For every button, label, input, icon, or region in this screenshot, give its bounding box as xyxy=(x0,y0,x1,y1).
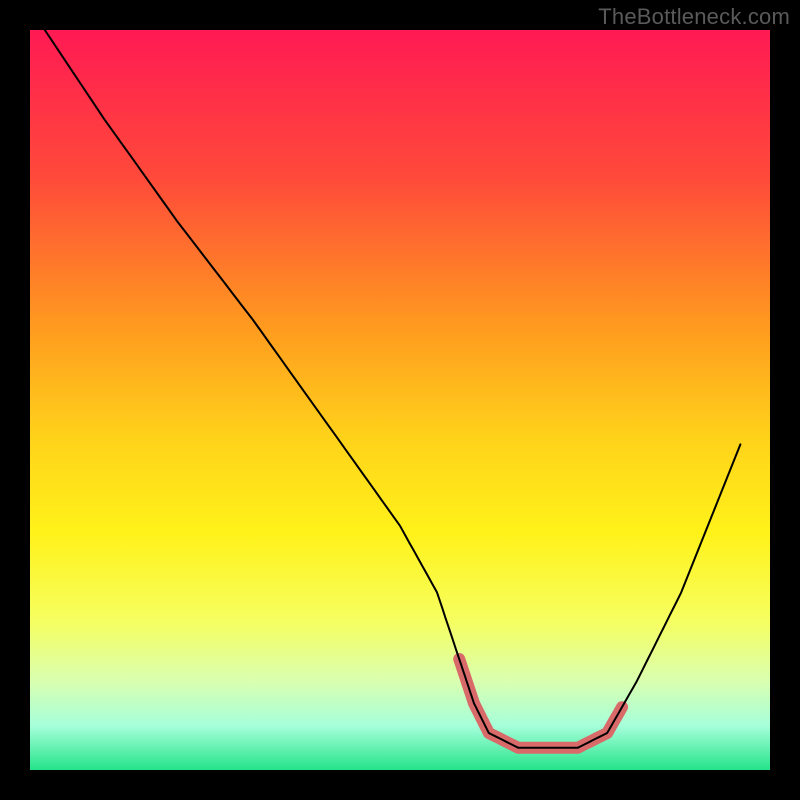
chart-frame: TheBottleneck.com xyxy=(0,0,800,800)
chart-svg xyxy=(0,0,800,800)
plot-area xyxy=(30,30,770,770)
watermark-text: TheBottleneck.com xyxy=(598,4,790,30)
